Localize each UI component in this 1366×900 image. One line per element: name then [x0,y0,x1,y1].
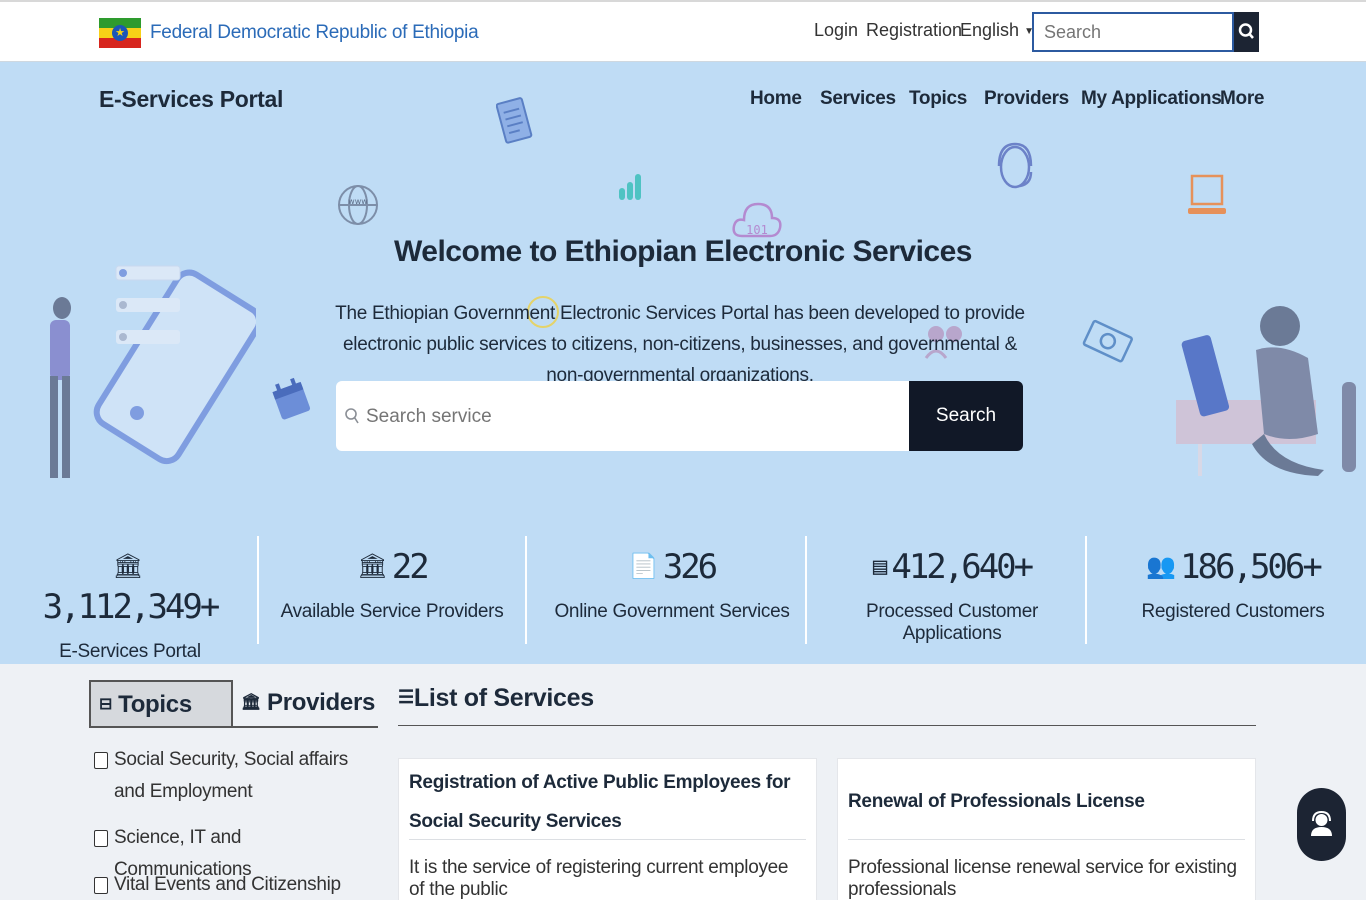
service-search-input[interactable] [366,403,886,431]
stat-visitors-value: 🏛3,112,349+ [42,552,221,627]
stat-customers: 👥 186,506+ Registered Customers [1100,536,1366,646]
form-icon: ▤ [872,552,888,580]
support-agent-decoration-icon [997,142,1033,189]
tab-providers[interactable]: 🏛 Providers [241,680,375,726]
login-link[interactable]: Login [814,20,858,41]
stat-divider [257,536,259,644]
chat-support-button[interactable] [1297,788,1346,861]
stat-visitors: 🏛3,112,349+ E-Services Portal Visitors [30,536,230,664]
bank-icon: 🏛 [112,552,144,580]
checkbox[interactable] [94,752,108,769]
stat-applications: ▤ 412,640+ Processed Customer Application… [818,536,1086,646]
bar-chart-decoration-icon [619,174,641,200]
top-search-input[interactable] [1032,12,1234,52]
language-label: English [960,20,1020,40]
checkbox[interactable] [94,830,108,847]
ethiopia-flag-icon: ★ [99,18,141,48]
list-icon: ☰ [398,687,414,707]
nav-home[interactable]: Home [750,88,802,110]
stat-providers-value: 🏛 22 [357,547,429,587]
stat-divider [525,536,527,644]
users-icon: 👥 [1146,552,1177,580]
top-bar: ★ Federal Democratic Republic of Ethiopi… [0,0,1366,62]
government-name[interactable]: Federal Democratic Republic of Ethiopia [150,22,479,44]
laptop-decoration-icon [1188,174,1226,214]
services-heading: ☰List of Services [398,684,1256,726]
topic-checkbox-vital-events[interactable]: Vital Events and Citizenship [94,869,364,900]
service-card-description: It is the service of registering current… [409,857,789,900]
tab-topics[interactable]: ⊟ Topics [89,680,233,726]
card-divider [409,839,806,840]
stat-applications-value: ▤ 412,640+ [872,547,1034,587]
checkbox[interactable] [94,877,108,894]
stat-providers: 🏛 22 Available Service Providers [270,536,514,646]
hero-title: Welcome to Ethiopian Electronic Services [394,235,972,268]
stat-services: 📄 326 Online Government Services [540,536,804,646]
service-card[interactable]: Renewal of Professionals License Profess… [837,758,1256,900]
nav-topics[interactable]: Topics [909,88,967,110]
service-card-title[interactable]: Renewal of Professionals License [848,782,1245,821]
laptop-user-illustration [1176,306,1356,476]
registration-link[interactable]: Registration [866,20,962,41]
service-card-title[interactable]: Registration of Active Public Employees … [409,763,806,841]
stat-providers-label: Available Service Providers [280,601,504,622]
service-card-description: Professional license renewal service for… [848,857,1237,900]
stat-visitors-label: E-Services Portal Visitors [59,641,201,664]
service-search-button[interactable]: Search [909,381,1023,451]
bank-icon: 🏛 [357,552,388,580]
bank-icon: 🏛 [241,694,262,711]
stat-customers-value: 👥 186,506+ [1146,547,1323,587]
svg-text:www: www [348,197,368,206]
stat-services-label: Online Government Services [554,601,790,622]
money-decoration-icon [1082,319,1133,363]
topic-checkbox-social-security[interactable]: Social Security, Social affairs and Empl… [94,744,364,808]
stat-divider [1085,536,1087,644]
nav-my-applications[interactable]: My Applications [1081,88,1222,110]
search-icon [1238,23,1254,39]
search-icon [345,408,359,424]
filter-tabs: ⊟ Topics 🏛 Providers [89,680,378,728]
stat-services-value: 📄 326 [628,547,718,587]
stat-applications-label: Processed Customer Applications [865,601,1038,644]
nav-services[interactable]: Services [820,88,896,110]
nav-more[interactable]: More [1220,88,1265,110]
document-icon: 📄 [628,552,659,580]
service-card[interactable]: Registration of Active Public Employees … [398,758,817,900]
portal-brand[interactable]: E-Services Portal [99,86,283,113]
stat-customers-label: Registered Customers [1141,601,1325,622]
stat-divider [805,536,807,644]
service-search-box [336,381,909,451]
support-agent-icon [1311,810,1332,836]
hero-description: The Ethiopian Government Electronic Serv… [335,303,1025,386]
globe-decoration-icon: www [338,185,378,225]
nav-providers[interactable]: Providers [984,88,1069,110]
document-decoration-icon [496,97,533,144]
card-divider [848,839,1245,840]
language-select[interactable]: English ▼ [960,20,1034,41]
sitemap-icon: ⊟ [99,696,113,713]
top-search-button[interactable] [1234,12,1259,52]
phone-user-illustration [50,265,256,478]
hero-section: E-Services Portal Home Services Topics P… [0,62,1366,664]
calendar-decoration-icon [272,377,311,420]
